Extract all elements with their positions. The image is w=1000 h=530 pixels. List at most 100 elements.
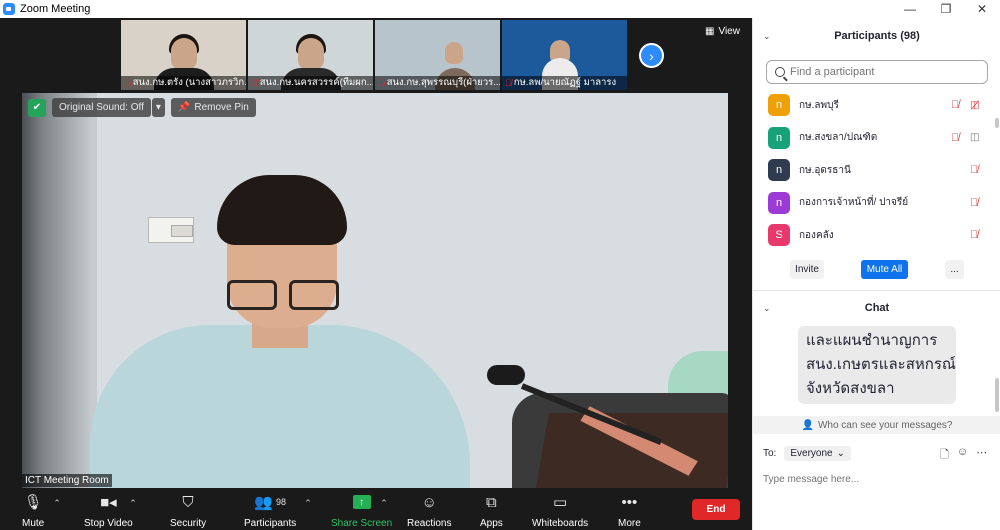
participants-options-caret[interactable]: ⌃ bbox=[304, 498, 312, 509]
avatar: n bbox=[768, 94, 790, 117]
mic-muted-icon: 🎙̸ bbox=[251, 78, 258, 88]
chevron-down-icon: ▾ bbox=[155, 102, 161, 113]
participant-actions: Invite Mute All ... bbox=[753, 260, 1000, 280]
mic-muted-icon: 🎙̸ bbox=[970, 196, 979, 209]
participant-search-input[interactable] bbox=[790, 66, 970, 78]
mic-muted-icon: 🎙̸ bbox=[970, 164, 979, 177]
thumbnail-label: 🎙̸ สนง.กษ.ตรัง (นางสาวภรวิก... bbox=[121, 76, 246, 90]
chevron-down-icon: ⌄ bbox=[836, 448, 845, 459]
search-icon bbox=[775, 67, 785, 77]
original-sound-toggle[interactable]: Original Sound: Off bbox=[52, 98, 151, 117]
zoom-app-icon bbox=[3, 3, 15, 15]
participant-row[interactable]: n กษ.อุดรธานี 🎙̸ bbox=[753, 154, 993, 187]
chat-message-line: และแผนชำนาญการ bbox=[806, 332, 938, 349]
whiteboard-icon: ▭ bbox=[552, 494, 568, 511]
side-panel: ⌄ Participants (98) n กษ.ลพบุรี 🎙̸ ◫̸ n … bbox=[752, 18, 1000, 530]
light-switch bbox=[148, 217, 194, 243]
whiteboards-button[interactable]: ▭ Whiteboards bbox=[532, 492, 588, 529]
video-top-controls: ✔ Original Sound: Off ▾ 📌 Remove Pin bbox=[28, 98, 256, 117]
emoji-icon[interactable]: ☺ bbox=[957, 446, 968, 465]
participant-name: กองการเจ้าหน้าที่/ ปาจรีย์ bbox=[799, 197, 909, 209]
avatar: n bbox=[768, 126, 790, 149]
security-button[interactable]: ⛉ Security bbox=[170, 492, 206, 530]
participant-row[interactable]: S กองคลัง 🎙̸ bbox=[753, 219, 993, 252]
mic-muted-icon: 🎙̸ bbox=[124, 78, 131, 88]
shield-icon: ⛉ bbox=[182, 493, 194, 511]
video-thumbnail[interactable]: 🎙̸ สนง.กษ.ตรัง (นางสาวภรวิก... bbox=[121, 20, 246, 90]
person-lock-icon: 👤 bbox=[801, 419, 814, 431]
participant-row[interactable]: n กษ.สงขลา/ปณฑิต 🎙̸ ◫ bbox=[753, 122, 993, 155]
participant-search[interactable] bbox=[766, 60, 988, 84]
window-controls: — ❐ ✕ bbox=[892, 0, 1000, 18]
apps-button[interactable]: ⧉ Apps bbox=[480, 492, 503, 530]
close-button[interactable]: ✕ bbox=[964, 0, 1000, 18]
chat-message-line: สนง.เกษตรและสหกรณ์ bbox=[806, 356, 956, 373]
chat-message: และแผนชำนาญการ สนง.เกษตรและสหกรณ์ จังหวั… bbox=[798, 326, 956, 404]
active-speaker-video bbox=[22, 93, 728, 488]
title-bar: Zoom Meeting — ❐ ✕ bbox=[0, 0, 1000, 18]
chevron-right-icon: › bbox=[649, 47, 654, 64]
view-button[interactable]: ▦ View bbox=[705, 26, 740, 37]
thumbnail-label: 🎙̸ สนง.กษ.นครสวรรค์(ทีมผก... bbox=[248, 76, 373, 90]
panel-divider bbox=[753, 290, 1000, 291]
mute-all-button[interactable]: Mute All bbox=[861, 260, 908, 279]
minimize-button[interactable]: — bbox=[892, 0, 928, 18]
share-screen-icon: ↑ bbox=[352, 495, 371, 509]
participants-more-button[interactable]: ... bbox=[945, 260, 964, 279]
collapse-chat-icon[interactable]: ⌄ bbox=[763, 303, 771, 314]
chat-message-input[interactable] bbox=[763, 470, 991, 488]
recipient-select[interactable]: Everyone ⌄ bbox=[784, 446, 851, 461]
speaker-name-label: ICT Meeting Room bbox=[22, 474, 112, 487]
stop-video-button[interactable]: ■◂ Stop Video bbox=[84, 492, 133, 529]
mic-muted-icon: 🎙̸ bbox=[378, 78, 385, 88]
participants-button[interactable]: 👥 98 Participants bbox=[244, 492, 296, 529]
participant-name: กษ.อุดรธานี bbox=[799, 164, 851, 176]
participant-row[interactable]: n กษ.ลพบุรี 🎙̸ ◫̸ bbox=[753, 89, 993, 122]
restore-button[interactable]: ❐ bbox=[928, 0, 964, 18]
audio-options-caret[interactable]: ⌃ bbox=[53, 498, 61, 509]
avatar: n bbox=[768, 191, 790, 214]
people-icon: 👥 98 bbox=[254, 494, 286, 511]
participants-header: ⌄ Participants (98) bbox=[763, 30, 920, 42]
share-options-caret[interactable]: ⌃ bbox=[380, 498, 388, 509]
to-label: To: bbox=[763, 448, 777, 459]
remove-pin-button[interactable]: 📌 Remove Pin bbox=[170, 98, 256, 117]
reactions-button[interactable]: ☺ Reactions bbox=[407, 492, 451, 530]
participant-name: กษ.ลพบุรี bbox=[799, 99, 839, 111]
video-area: 🎙̸ สนง.กษ.ตรัง (นางสาวภรวิก... 🎙̸ สนง.กษ.น… bbox=[0, 18, 752, 488]
video-camera-icon: ■◂ bbox=[100, 494, 117, 511]
grid-view-icon: ▦ bbox=[705, 26, 715, 37]
mute-button[interactable]: 🎙 Mute bbox=[22, 492, 44, 529]
original-sound-dropdown[interactable]: ▾ bbox=[151, 98, 165, 117]
video-options-caret[interactable]: ⌃ bbox=[129, 498, 137, 509]
mic-muted-icon: 🎙̸ bbox=[505, 78, 512, 88]
microphone-icon: 🎙 bbox=[23, 494, 43, 511]
chat-message-line: จังหวัดสงขลา bbox=[806, 380, 895, 397]
participant-row[interactable]: n กองการเจ้าหน้าที่/ ปาจรีย์ 🎙̸ bbox=[753, 187, 993, 220]
video-on-icon: ◫ bbox=[970, 132, 980, 144]
mic-muted-icon: 🎙̸ bbox=[970, 229, 979, 242]
more-dots-icon[interactable]: ⋯ bbox=[976, 446, 987, 465]
more-button[interactable]: ••• More bbox=[618, 492, 641, 530]
avatar: n bbox=[768, 159, 790, 182]
collapse-participants-icon[interactable]: ⌄ bbox=[763, 31, 771, 42]
participant-name: กษ.สงขลา/ปณฑิต bbox=[799, 132, 878, 144]
desk-microphone bbox=[487, 365, 525, 385]
chat-scrollbar[interactable] bbox=[995, 378, 999, 412]
who-can-see-link[interactable]: 👤 Who can see your messages? bbox=[753, 416, 1000, 434]
chat-recipient-row: To: Everyone ⌄ bbox=[763, 446, 851, 461]
encryption-shield-icon[interactable]: ✔ bbox=[28, 98, 46, 117]
video-thumbnail[interactable]: 🎙̸ กษ.ลพ/นายณัฏฐ์ มาลารง bbox=[502, 20, 627, 90]
end-meeting-button[interactable]: End bbox=[692, 499, 740, 520]
video-thumbnail[interactable]: 🎙̸ สนง.กษ.สุพรรณบุรี(ฝ่ายวร... bbox=[375, 20, 500, 90]
next-page-button[interactable]: › bbox=[639, 43, 664, 68]
chat-header: ⌄ Chat bbox=[763, 302, 890, 314]
file-icon[interactable]: 🗋 bbox=[940, 446, 949, 465]
smiley-plus-icon: ☺ bbox=[421, 493, 437, 511]
meeting-toolbar: 🎙 Mute ⌃ ■◂ Stop Video ⌃ ⛉ Security 👥 98 … bbox=[0, 488, 752, 530]
participants-scrollbar[interactable] bbox=[995, 118, 999, 128]
chat-tools: 🗋 ☺ ⋯ bbox=[940, 446, 987, 465]
video-off-icon: ◫̸ bbox=[970, 99, 980, 111]
invite-button[interactable]: Invite bbox=[790, 260, 824, 279]
video-thumbnail[interactable]: 🎙̸ สนง.กษ.นครสวรรค์(ทีมผก... bbox=[248, 20, 373, 90]
